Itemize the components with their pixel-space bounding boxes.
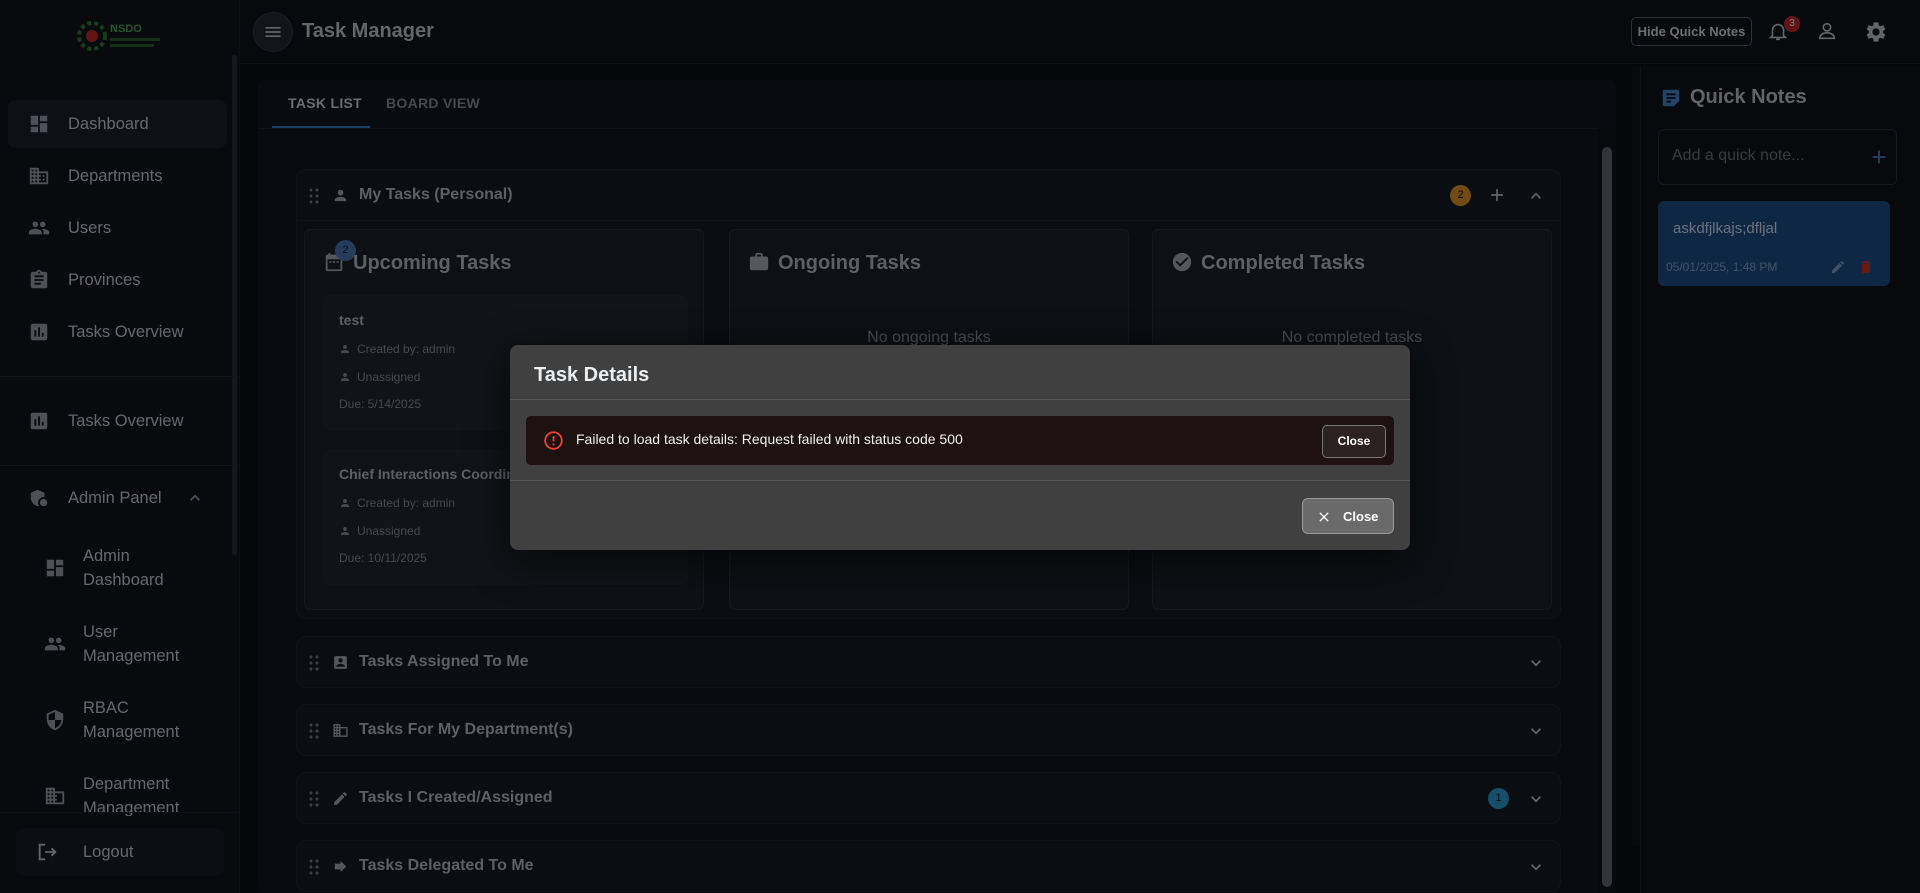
close-icon — [1316, 509, 1332, 525]
task-details-dialog: Task Details Failed to load task details… — [510, 345, 1410, 550]
close-label: Close — [1343, 509, 1379, 524]
error-alert: Failed to load task details: Request fai… — [526, 416, 1394, 465]
dialog-title: Task Details — [534, 364, 650, 386]
dialog-divider — [510, 399, 1410, 400]
error-message: Failed to load task details: Request fai… — [576, 431, 963, 447]
dialog-divider — [510, 480, 1410, 481]
alert-close-button[interactable]: Close — [1322, 425, 1386, 458]
dialog-close-button[interactable]: Close — [1302, 498, 1394, 534]
error-icon — [543, 430, 564, 451]
